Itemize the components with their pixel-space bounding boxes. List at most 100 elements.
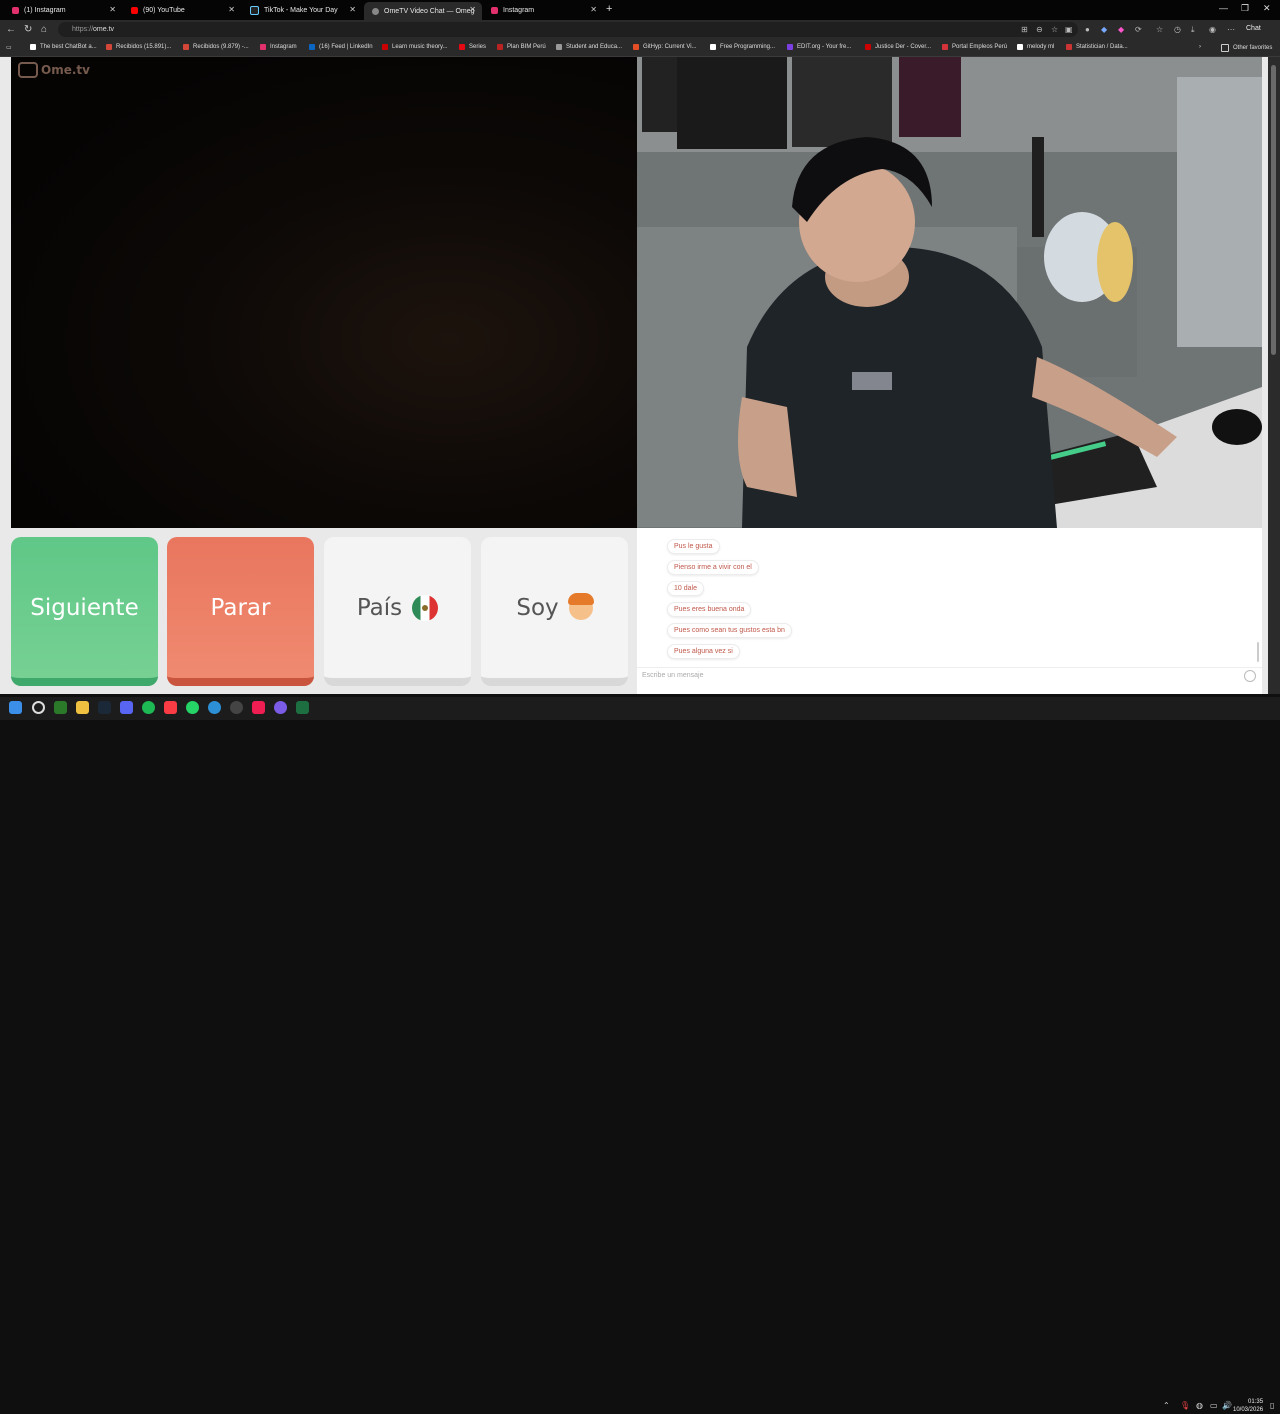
bookmark-label: Portal Empleos Perú xyxy=(952,44,1008,50)
bookmark-item[interactable]: Free Programming... xyxy=(710,44,775,50)
close-icon[interactable]: ✕ xyxy=(109,5,116,14)
minimize-icon[interactable]: — xyxy=(1219,3,1228,13)
back-icon[interactable]: ← xyxy=(6,24,16,35)
display-icon[interactable]: ▭ xyxy=(1210,1401,1218,1410)
bookmark-item[interactable]: (16) Feed | LinkedIn xyxy=(309,44,373,50)
browser-tab[interactable]: TikTok - Make Your Day ✕ xyxy=(242,2,362,18)
steam-icon[interactable] xyxy=(98,701,111,714)
refresh-ext-icon[interactable]: ⟳ xyxy=(1135,25,1142,34)
maximize-icon[interactable]: ❐ xyxy=(1241,3,1249,14)
zoom-icon[interactable]: ⊖ xyxy=(1036,25,1043,34)
bookmark-item[interactable]: GitHyp: Current Vi... xyxy=(633,44,697,50)
close-icon[interactable]: ✕ xyxy=(228,5,235,14)
tiktok-icon[interactable] xyxy=(252,701,265,714)
bookmark-label: The best ChatBot a... xyxy=(40,44,97,50)
stop-button[interactable]: Parar xyxy=(167,537,314,686)
tiktok-icon xyxy=(250,5,259,15)
bookmark-item[interactable]: Statistician / Data... xyxy=(1066,44,1128,50)
bookmark-item[interactable]: Recibidos (9.879) -... xyxy=(183,44,249,50)
home-icon[interactable]: ⌂ xyxy=(41,24,47,35)
folder-icon xyxy=(1221,44,1229,52)
bookmark-label: melody ml xyxy=(1027,44,1055,50)
gender-select-button[interactable]: Soy xyxy=(481,537,628,686)
bookmark-item[interactable]: Series xyxy=(459,44,486,50)
start-icon[interactable] xyxy=(9,701,22,714)
spotify-icon[interactable] xyxy=(142,701,155,714)
nvidia-icon[interactable] xyxy=(54,701,67,714)
bookmark-item[interactable]: Instagram xyxy=(260,44,297,50)
bookmark-item[interactable]: melody ml xyxy=(1017,44,1054,50)
browser-tab[interactable]: (90) YouTube ✕ xyxy=(123,2,241,18)
page-scrollbar[interactable] xyxy=(1268,57,1280,694)
discord-icon[interactable] xyxy=(120,701,133,714)
new-tab-button[interactable]: + xyxy=(606,3,612,15)
bim-icon xyxy=(497,44,503,50)
mexico-flag-icon xyxy=(412,594,439,621)
volume-icon[interactable]: 🔊 xyxy=(1222,1401,1232,1410)
chat-message-input[interactable]: Escribe un mensaje xyxy=(642,672,703,679)
url-scheme: https:// xyxy=(72,26,94,33)
window-close-icon[interactable]: ✕ xyxy=(1263,3,1271,14)
file-explorer-icon[interactable] xyxy=(76,701,89,714)
bookmark-item[interactable]: Recibidos (15.891)... xyxy=(106,44,171,50)
close-icon[interactable]: ✕ xyxy=(349,5,356,14)
github-icon xyxy=(633,44,639,50)
translate-icon[interactable]: ⊞ xyxy=(1021,25,1028,34)
url-input[interactable]: https://ome.tv xyxy=(58,22,1078,37)
more-menu-icon[interactable]: ⋯ xyxy=(1227,25,1235,34)
app-icon[interactable] xyxy=(274,701,287,714)
extension-icon[interactable]: ▣ xyxy=(1065,25,1073,34)
chat-message: Pus le gusta xyxy=(667,539,720,554)
extension-icon[interactable]: ◆ xyxy=(1118,25,1124,34)
browser-tab[interactable]: Instagram ✕ xyxy=(483,2,603,18)
whatsapp-icon[interactable] xyxy=(186,701,199,714)
reload-icon[interactable]: ↻ xyxy=(24,24,32,35)
instagram-icon xyxy=(260,44,266,50)
bookmarks-bar: ▭ The best ChatBot a... Recibidos (15.89… xyxy=(0,40,1280,57)
bookmark-item[interactable]: Plan BIM Perú xyxy=(497,44,546,50)
bookmark-item[interactable]: Justice Der - Cover... xyxy=(865,44,931,50)
notification-icon[interactable]: ▯ xyxy=(1270,1401,1274,1410)
avatar[interactable]: ◉ xyxy=(1209,25,1216,34)
close-icon[interactable]: ✕ xyxy=(590,5,597,14)
profile-ext-icon[interactable]: ● xyxy=(1085,25,1090,34)
scrollbar-thumb[interactable] xyxy=(1271,65,1276,355)
bookmark-item[interactable]: Learn music theory... xyxy=(382,44,448,50)
history-icon[interactable]: ◷ xyxy=(1174,25,1181,34)
close-icon[interactable]: ✕ xyxy=(469,5,476,14)
country-filter-button[interactable]: País xyxy=(324,537,471,686)
next-button[interactable]: Siguiente xyxy=(11,537,158,686)
bookmark-label: Plan BIM Perú xyxy=(507,44,546,50)
github-desktop-icon[interactable] xyxy=(230,701,243,714)
bookmark-item[interactable]: The best ChatBot a... xyxy=(30,44,97,50)
bookmark-item[interactable]: Portal Empleos Perú xyxy=(942,44,1007,50)
bookmarks-toggle-icon[interactable]: ▭ xyxy=(6,44,12,51)
chevron-right-icon[interactable]: › xyxy=(1199,44,1201,50)
bookmark-item[interactable]: Student and Educa... xyxy=(556,44,622,50)
other-favorites[interactable]: Other favorites xyxy=(1221,44,1272,52)
browser-tab-active[interactable]: OmeTV Video Chat — Omeg ✕ xyxy=(364,2,482,20)
taskbar-clock[interactable]: 01:35 10/03/2026 xyxy=(1233,1398,1263,1414)
gmail-icon xyxy=(106,44,112,50)
tray-chevron-icon[interactable]: ⌃ xyxy=(1163,1401,1170,1410)
favorite-star-icon[interactable]: ☆ xyxy=(1051,25,1058,34)
download-icon[interactable]: ⤓ xyxy=(1191,25,1195,35)
extension-icon[interactable]: ◆ xyxy=(1101,25,1107,34)
favorites-icon[interactable]: ☆ xyxy=(1156,25,1163,34)
copilot-chat-button[interactable]: Chat xyxy=(1246,25,1261,32)
microphone-icon[interactable]: 🎙 xyxy=(1180,1401,1190,1410)
data-icon xyxy=(1066,44,1072,50)
edge-icon[interactable] xyxy=(208,701,221,714)
tab-strip: (1) Instagram ✕ (90) YouTube ✕ TikTok - … xyxy=(0,0,1280,20)
chat-scrollbar[interactable] xyxy=(1257,642,1259,662)
network-icon[interactable]: ◍ xyxy=(1196,1401,1203,1410)
excel-icon[interactable] xyxy=(296,701,309,714)
address-bar-row: ← ↻ ⌂ https://ome.tv ⊞ ⊖ ☆ ▣ ● ◆ ◆ ⟳ ☆ ◷… xyxy=(0,20,1280,40)
search-icon[interactable] xyxy=(32,701,45,714)
music-app-icon[interactable] xyxy=(164,701,177,714)
chat-message: Pienso irme a vivir con el xyxy=(667,560,759,575)
instagram-icon xyxy=(491,6,498,14)
emoji-icon[interactable] xyxy=(1244,670,1256,682)
bookmark-item[interactable]: EDIT.org - Your fre... xyxy=(787,44,851,50)
browser-tab[interactable]: (1) Instagram ✕ xyxy=(4,2,122,18)
